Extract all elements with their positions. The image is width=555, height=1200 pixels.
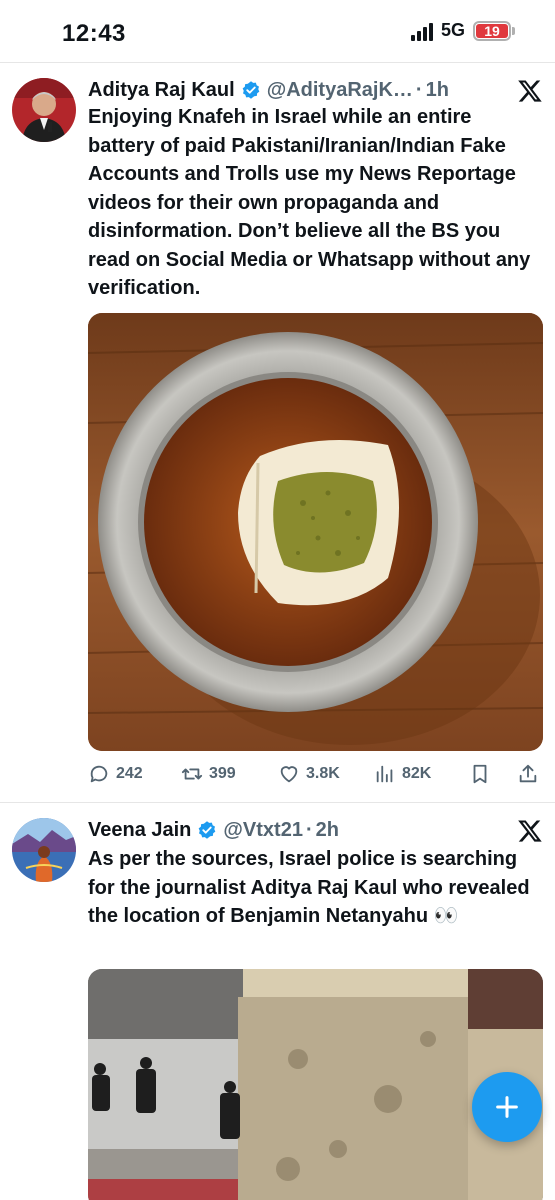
meta-separator: · bbox=[305, 819, 313, 841]
tweet-photo[interactable] bbox=[88, 313, 543, 751]
bookmark-icon bbox=[473, 764, 487, 784]
tweet-header: Aditya Raj Kaul @AdityaRajK… · 1h bbox=[88, 78, 495, 102]
repost-count: 399 bbox=[209, 765, 236, 782]
like-button[interactable]: 3.8K bbox=[278, 763, 340, 785]
status-time: 12:43 bbox=[62, 20, 126, 47]
tweet-text: Enjoying Knafeh in Israel while an entir… bbox=[88, 106, 531, 299]
x-logo-icon[interactable] bbox=[517, 78, 543, 104]
heart-icon bbox=[280, 766, 298, 783]
author-name[interactable]: Aditya Raj Kaul bbox=[88, 78, 235, 102]
battery-icon: 19 bbox=[473, 20, 515, 41]
views-button[interactable]: 82K bbox=[374, 763, 431, 785]
plus-icon bbox=[496, 1096, 518, 1118]
author-name[interactable]: Veena Jain bbox=[88, 818, 191, 842]
tweet[interactable]: Aditya Raj Kaul @AdityaRajK… · 1h Enjoyi… bbox=[0, 62, 555, 802]
tweet-timestamp[interactable]: 2h bbox=[316, 818, 339, 842]
status-indicators: 5G 19 bbox=[410, 20, 515, 41]
author-handle[interactable]: @AdityaRajK… bbox=[267, 78, 413, 102]
tweet-timestamp[interactable]: 1h bbox=[426, 78, 449, 102]
share-button[interactable] bbox=[517, 763, 539, 785]
tweet-actions: 242 399 3.8K 82K bbox=[88, 759, 543, 789]
reply-button[interactable]: 242 bbox=[88, 763, 143, 785]
verified-badge-icon bbox=[199, 821, 216, 839]
views-chart-icon bbox=[376, 765, 393, 783]
share-icon bbox=[519, 764, 537, 783]
avatar[interactable] bbox=[12, 78, 76, 142]
reply-icon bbox=[90, 765, 108, 783]
network-type: 5G bbox=[440, 20, 465, 40]
signal-icon bbox=[410, 21, 433, 41]
status-bar: 12:43 5G 19 bbox=[0, 0, 555, 62]
avatar[interactable] bbox=[12, 818, 76, 882]
compose-button[interactable] bbox=[472, 1072, 542, 1142]
bookmark-button[interactable] bbox=[469, 763, 491, 785]
repost-button[interactable]: 399 bbox=[181, 763, 236, 785]
tweet[interactable]: Veena Jain @Vtxt21 · 2h As per the sourc… bbox=[0, 802, 555, 1200]
verified-badge-icon bbox=[242, 81, 260, 99]
x-logo-icon[interactable] bbox=[517, 818, 543, 844]
reply-count: 242 bbox=[116, 765, 143, 782]
meta-separator: · bbox=[415, 79, 423, 101]
battery-level: 19 bbox=[484, 22, 500, 39]
tweet-video[interactable] bbox=[88, 969, 543, 1200]
tweet-header: Veena Jain @Vtxt21 · 2h bbox=[88, 818, 495, 842]
author-handle[interactable]: @Vtxt21 bbox=[223, 818, 303, 842]
views-count: 82K bbox=[402, 765, 432, 782]
like-count: 3.8K bbox=[306, 765, 340, 782]
tweet-text: As per the sources, Israel police is sea… bbox=[88, 848, 530, 927]
repost-icon bbox=[181, 768, 203, 780]
